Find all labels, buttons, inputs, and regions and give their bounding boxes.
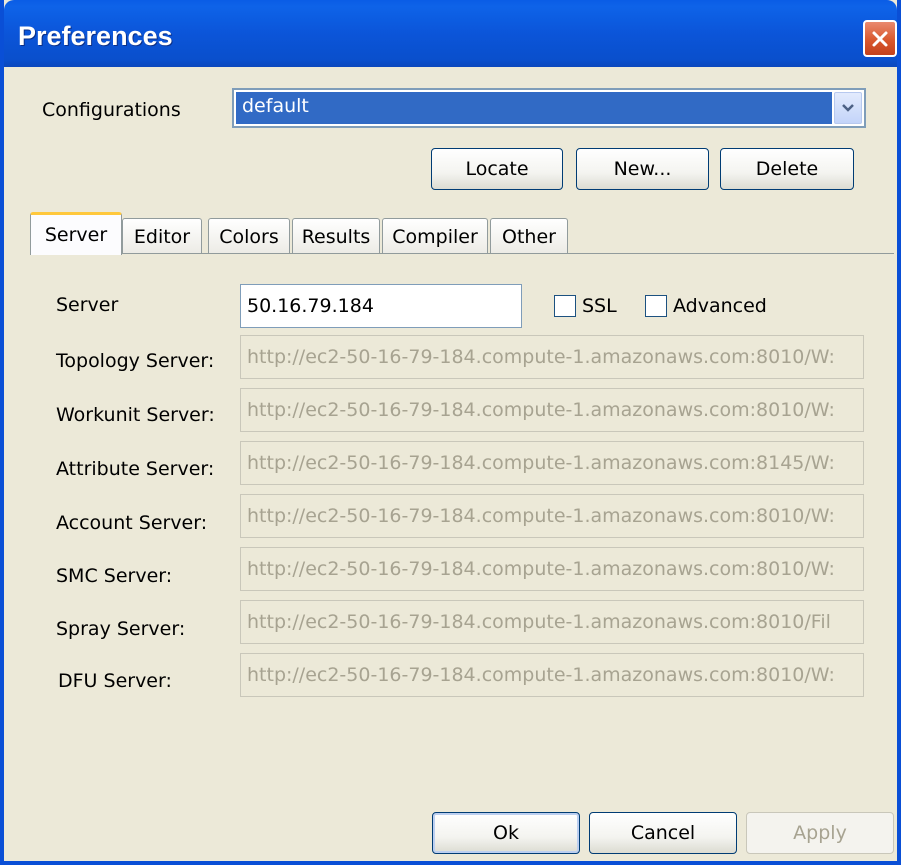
topology-server-field[interactable]: http://ec2-50-16-79-184.compute-1.amazon… — [240, 335, 864, 379]
tab-editor[interactable]: Editor — [122, 218, 202, 254]
delete-button[interactable]: Delete — [720, 148, 854, 190]
cancel-button[interactable]: Cancel — [589, 812, 737, 854]
tab-colors[interactable]: Colors — [208, 218, 290, 254]
workunit-server-field[interactable]: http://ec2-50-16-79-184.compute-1.amazon… — [240, 388, 864, 432]
tab-compiler[interactable]: Compiler — [382, 218, 488, 254]
window-title: Preferences — [18, 21, 173, 51]
new-button[interactable]: New... — [576, 148, 709, 190]
attribute-server-label: Attribute Server: — [56, 458, 215, 480]
close-button[interactable] — [863, 20, 897, 57]
advanced-checkbox[interactable] — [645, 295, 667, 317]
server-label: Server — [56, 294, 119, 316]
title-bar[interactable]: Preferences — [4, 0, 897, 67]
configurations-label: Configurations — [42, 99, 181, 121]
attribute-server-field[interactable]: http://ec2-50-16-79-184.compute-1.amazon… — [240, 441, 864, 485]
account-server-label: Account Server: — [56, 512, 208, 534]
chevron-down-icon — [842, 104, 854, 112]
tab-results[interactable]: Results — [292, 218, 380, 254]
locate-button[interactable]: Locate — [431, 148, 563, 190]
advanced-label: Advanced — [673, 295, 767, 317]
workunit-server-label: Workunit Server: — [56, 404, 215, 426]
ssl-checkbox[interactable] — [554, 295, 576, 317]
ssl-label: SSL — [582, 295, 617, 317]
topology-server-label: Topology Server: — [56, 350, 215, 372]
apply-button[interactable]: Apply — [746, 812, 894, 854]
ok-button[interactable]: Ok — [432, 812, 580, 854]
server-input[interactable]: 50.16.79.184 — [240, 284, 522, 328]
dfu-server-label: DFU Server: — [58, 670, 172, 692]
preferences-window: Preferences Configurations default Locat… — [0, 0, 901, 865]
tab-panel-border — [30, 253, 894, 254]
spray-server-label: Spray Server: — [56, 618, 186, 640]
dfu-server-field[interactable]: http://ec2-50-16-79-184.compute-1.amazon… — [240, 653, 864, 697]
spray-server-field[interactable]: http://ec2-50-16-79-184.compute-1.amazon… — [240, 600, 864, 644]
tab-other[interactable]: Other — [490, 218, 568, 254]
configurations-combobox[interactable]: default — [232, 88, 866, 128]
close-icon — [872, 31, 888, 46]
account-server-field[interactable]: http://ec2-50-16-79-184.compute-1.amazon… — [240, 494, 864, 538]
configurations-selected-value: default — [236, 92, 832, 124]
dropdown-button[interactable] — [834, 92, 862, 124]
smc-server-field[interactable]: http://ec2-50-16-79-184.compute-1.amazon… — [240, 547, 864, 591]
smc-server-label: SMC Server: — [56, 565, 173, 587]
tab-server[interactable]: Server — [30, 212, 122, 255]
